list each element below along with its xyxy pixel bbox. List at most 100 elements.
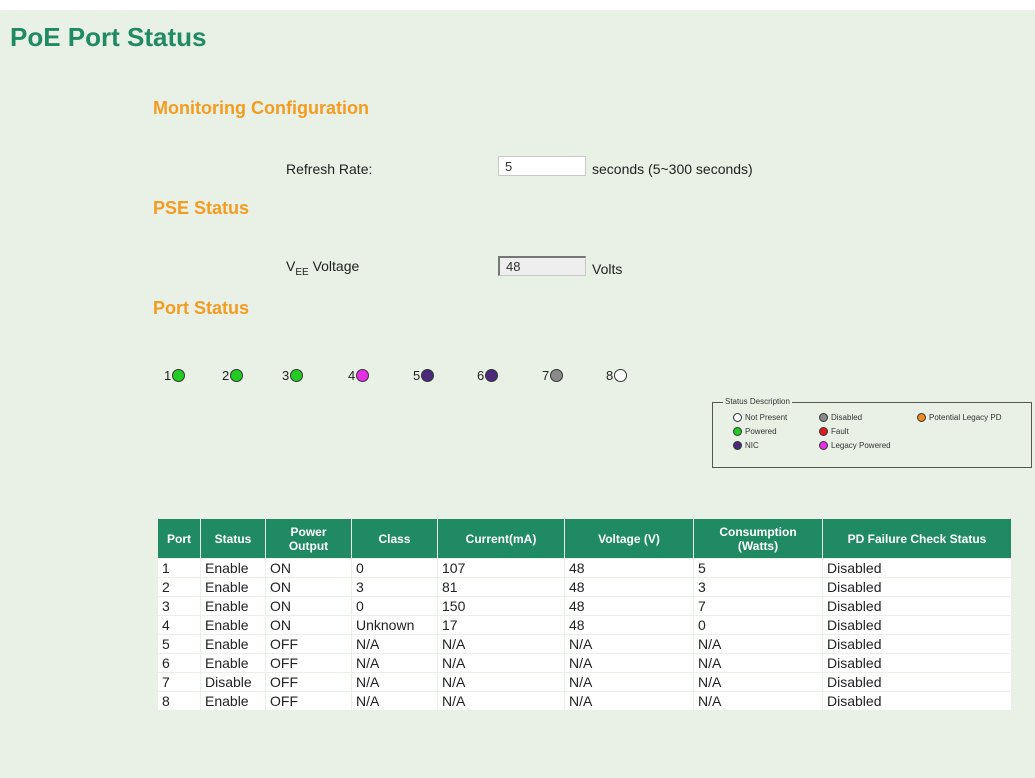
col-header-pd-failure-check: PD Failure Check Status xyxy=(822,518,1012,559)
legend-item: Not Present xyxy=(733,413,787,422)
cell-class: N/A xyxy=(351,672,438,692)
port-status-led-icon xyxy=(550,369,564,382)
cell-current: 81 xyxy=(437,577,565,597)
cell-consumption: N/A xyxy=(693,653,823,673)
cell-current: N/A xyxy=(437,653,565,673)
cell-status: Enable xyxy=(200,615,266,635)
cell-class: 3 xyxy=(351,577,438,597)
port-led-item: 3 xyxy=(282,368,304,383)
cell-voltage: N/A xyxy=(564,653,694,673)
vee-voltage-unit: Volts xyxy=(592,261,623,277)
cell-class: Unknown xyxy=(351,615,438,635)
port-led-item: 6 xyxy=(477,368,499,383)
port-number: 8 xyxy=(606,368,614,383)
cell-current: 17 xyxy=(437,615,565,635)
cell-power-output: ON xyxy=(265,577,352,597)
cell-pd-failure-check: Disabled xyxy=(822,653,1012,673)
vee-voltage-label-main: V xyxy=(286,258,296,274)
legend-item: NIC xyxy=(733,441,759,450)
cell-current: 150 xyxy=(437,596,565,616)
port-number: 6 xyxy=(477,368,485,383)
cell-voltage: 48 xyxy=(564,558,694,578)
vee-voltage-label: VEE Voltage xyxy=(286,258,359,278)
cell-voltage: 48 xyxy=(564,577,694,597)
cell-voltage: 48 xyxy=(564,596,694,616)
cell-voltage: 48 xyxy=(564,615,694,635)
cell-port: 4 xyxy=(157,615,201,635)
legend-label: Legacy Powered xyxy=(831,441,891,450)
table-body: 1 Enable ON 0 107 48 5 Disabled 2 Enable ON 3 81 48 3 D… xyxy=(157,558,1012,711)
legend-item: Fault xyxy=(819,427,849,436)
legend-label: Not Present xyxy=(745,413,788,422)
col-header-power-output: Power Output xyxy=(265,518,352,559)
port-status-led-icon xyxy=(230,369,244,382)
cell-status: Enable xyxy=(200,596,266,616)
port-led-item: 8 xyxy=(606,368,628,383)
port-status-led-icon xyxy=(421,369,435,382)
cell-power-output: OFF xyxy=(265,691,352,711)
port-status-title: Port Status xyxy=(153,298,250,318)
port-status-led-icon xyxy=(290,369,304,382)
port-number: 5 xyxy=(413,368,421,383)
col-header-class: Class xyxy=(351,518,438,559)
cell-consumption: N/A xyxy=(693,672,823,692)
cell-power-output: ON xyxy=(265,615,352,635)
cell-class: N/A xyxy=(351,691,438,711)
pse-status-title: PSE Status xyxy=(153,198,250,218)
vee-voltage-field xyxy=(498,256,586,276)
refresh-rate-unit: seconds (5~300 seconds) xyxy=(592,161,753,177)
port-led-item: 5 xyxy=(413,368,435,383)
legend-dot-icon xyxy=(733,413,742,422)
legend-item: Disabled xyxy=(819,413,862,422)
port-led-item: 1 xyxy=(164,368,186,383)
cell-status: Enable xyxy=(200,691,266,711)
port-number: 3 xyxy=(282,368,290,383)
cell-port: 5 xyxy=(157,634,201,654)
cell-power-output: ON xyxy=(265,558,352,578)
cell-consumption: N/A xyxy=(693,634,823,654)
cell-power-output: ON xyxy=(265,596,352,616)
port-number: 7 xyxy=(542,368,550,383)
legend-label: Potential Legacy PD xyxy=(929,413,1002,422)
vee-voltage-label-sub: EE xyxy=(295,266,309,278)
cell-consumption: 3 xyxy=(693,577,823,597)
cell-status: Enable xyxy=(200,653,266,673)
col-header-current: Current(mA) xyxy=(437,518,565,559)
table-row: 3 Enable ON 0 150 48 7 Disabled xyxy=(157,596,1012,616)
cell-consumption: 5 xyxy=(693,558,823,578)
cell-port: 7 xyxy=(157,672,201,692)
cell-class: 0 xyxy=(351,596,438,616)
cell-port: 8 xyxy=(157,691,201,711)
table-row: 6 Enable OFF N/A N/A N/A N/A Disabled xyxy=(157,653,1012,673)
cell-voltage: N/A xyxy=(564,691,694,711)
cell-status: Disable xyxy=(200,672,266,692)
cell-pd-failure-check: Disabled xyxy=(822,672,1012,692)
port-led-item: 7 xyxy=(542,368,564,383)
cell-pd-failure-check: Disabled xyxy=(822,577,1012,597)
col-header-voltage: Voltage (V) xyxy=(564,518,694,559)
table-row: 5 Enable OFF N/A N/A N/A N/A Disabled xyxy=(157,634,1012,654)
cell-port: 3 xyxy=(157,596,201,616)
port-status-led-icon xyxy=(614,369,628,382)
legend-dot-icon xyxy=(819,441,828,450)
table-row: 1 Enable ON 0 107 48 5 Disabled xyxy=(157,558,1012,578)
legend-item: Potential Legacy PD xyxy=(917,413,1002,422)
cell-consumption: 0 xyxy=(693,615,823,635)
legend-dot-icon xyxy=(733,441,742,450)
cell-current: N/A xyxy=(437,634,565,654)
legend-label: Disabled xyxy=(831,413,863,422)
cell-voltage: N/A xyxy=(564,634,694,654)
cell-status: Enable xyxy=(200,577,266,597)
legend-item: Powered xyxy=(733,427,777,436)
cell-port: 1 xyxy=(157,558,201,578)
cell-consumption: N/A xyxy=(693,691,823,711)
table-row: 4 Enable ON Unknown 17 48 0 Disabled xyxy=(157,615,1012,635)
cell-power-output: OFF xyxy=(265,653,352,673)
page-title: PoE Port Status xyxy=(10,22,207,52)
col-header-status: Status xyxy=(200,518,266,559)
port-number: 2 xyxy=(222,368,230,383)
poe-page: PoE Port Status Monitoring Configuration… xyxy=(0,10,1035,778)
refresh-rate-input[interactable] xyxy=(498,156,586,176)
col-header-consumption: Consumption (Watts) xyxy=(693,518,823,559)
vee-voltage-label-rest: Voltage xyxy=(308,258,360,274)
